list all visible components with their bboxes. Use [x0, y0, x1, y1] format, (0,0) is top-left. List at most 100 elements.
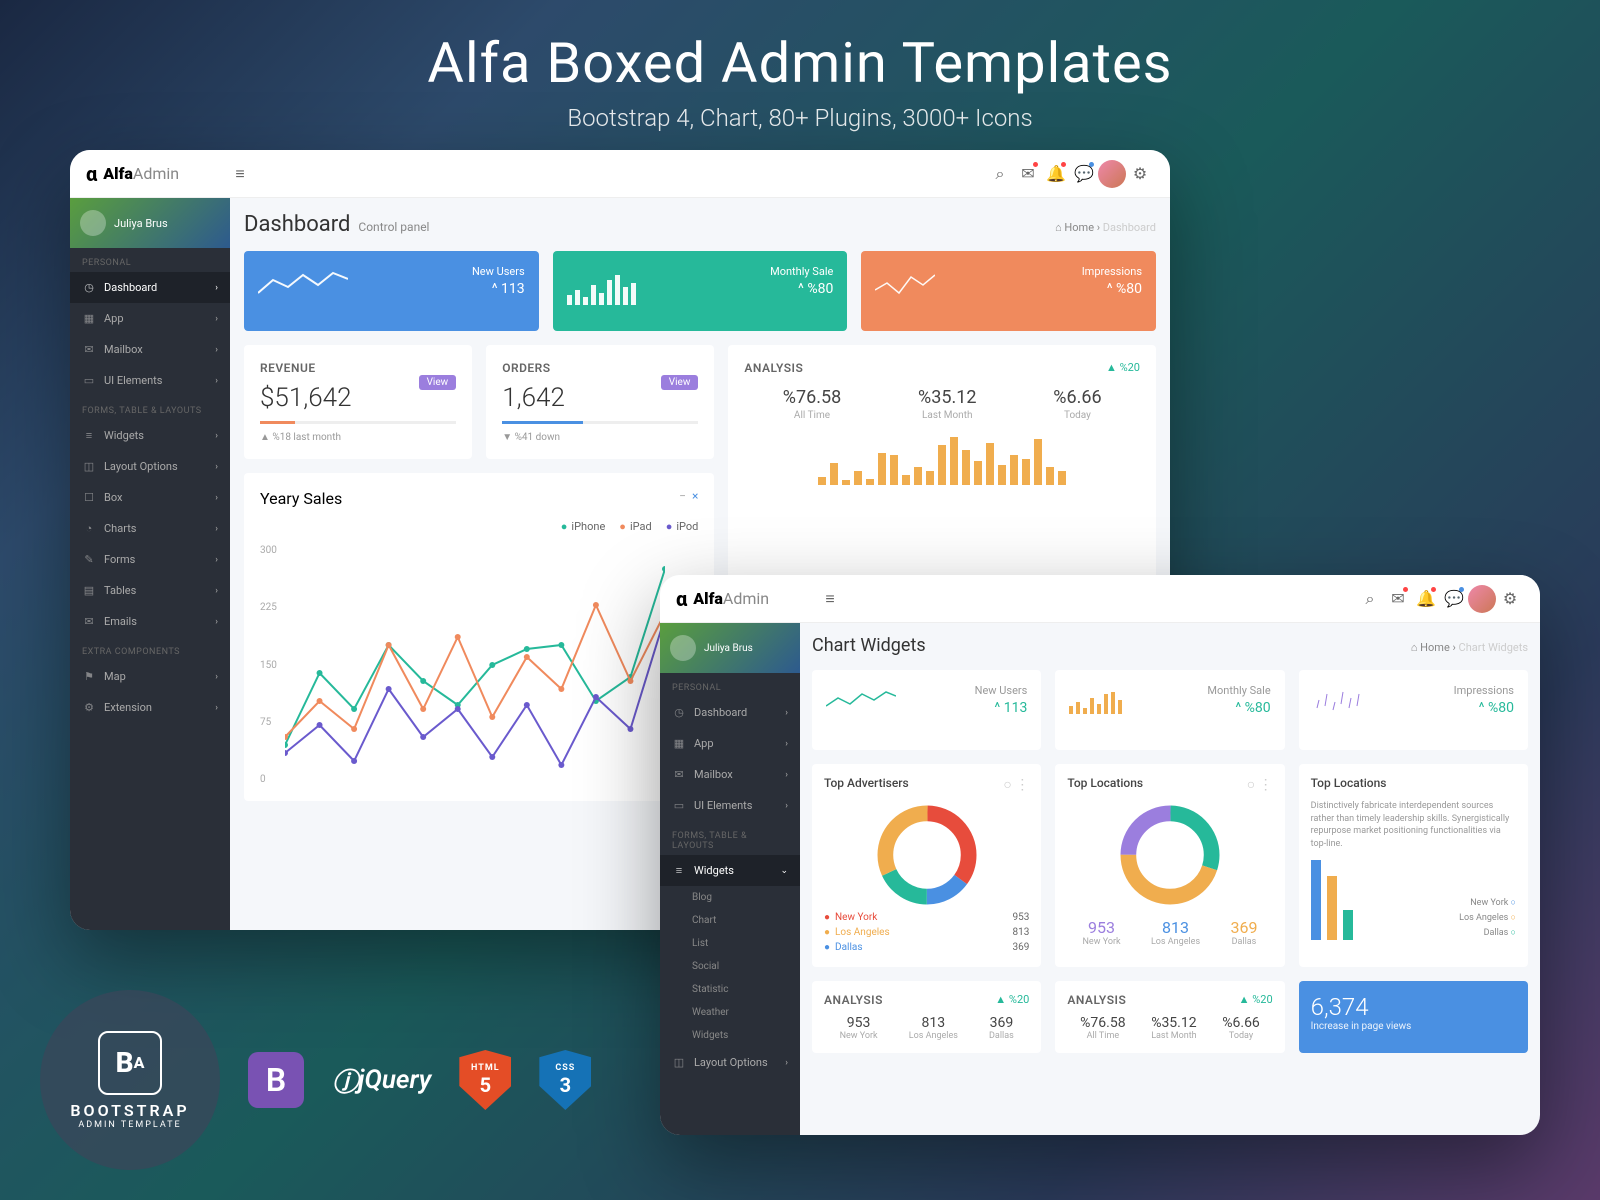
view-button[interactable]: View — [661, 375, 699, 390]
sidebar-item-ui-elements[interactable]: ▭UI Elements› — [70, 365, 230, 396]
page-title: Dashboard — [244, 212, 350, 237]
bell-icon[interactable]: 🔔 — [1042, 160, 1070, 188]
sidebar-section-personal: PERSONAL — [70, 248, 230, 272]
sidebar-item-widgets[interactable]: ≡Widgets⌄ — [660, 855, 800, 886]
sidebar-item-widgets[interactable]: ≡Widgets› — [70, 420, 230, 451]
sidebar-sub-widgets[interactable]: Widgets — [660, 1024, 800, 1047]
options-icon[interactable]: ○ — [1247, 777, 1255, 793]
chat-icon[interactable]: 💬 — [1070, 160, 1098, 188]
html5-logo: HTML5 — [459, 1050, 511, 1110]
tile-monthly-sale[interactable]: Monthly Sale^ %80 — [553, 251, 848, 331]
sparkline-icon — [1313, 684, 1373, 714]
user-avatar-icon — [670, 635, 696, 661]
gear-icon[interactable]: ⚙ — [1126, 160, 1154, 188]
sidebar-item-emails[interactable]: ✉Emails› — [70, 606, 230, 637]
footer-logos: BA BOOTSTRAP ADMIN TEMPLATE B ⓙ jQuery H… — [40, 990, 591, 1170]
bootstrap-logo: B — [248, 1052, 304, 1108]
tile-impressions[interactable]: Impressions^ %80 — [1299, 670, 1528, 750]
breadcrumb: ⌂ Home › Chart Widgets — [1411, 641, 1528, 654]
sparkline-icon — [258, 265, 348, 305]
sidebar: Juliya Brus PERSONAL ◷Dashboard› ▦App› ✉… — [70, 198, 230, 930]
page-subtitle: Control panel — [358, 220, 429, 234]
location-bar-chart — [1311, 860, 1353, 940]
sidebar-item-dashboard[interactable]: ◷Dashboard› — [70, 272, 230, 303]
jquery-logo: ⓙ jQuery — [332, 1048, 431, 1112]
sidebar-item-box[interactable]: ☐Box› — [70, 482, 230, 513]
search-icon[interactable]: ⌕ — [1356, 585, 1384, 613]
sidebar-user[interactable]: Juliya Brus — [660, 623, 800, 673]
minimize-icon[interactable]: − — [679, 489, 686, 503]
sidebar-section-extra: EXTRA COMPONENTS — [70, 637, 230, 661]
sidebar-item-ui-elements[interactable]: ▭UI Elements› — [660, 790, 800, 821]
tile-impressions[interactable]: Impressions^ %80 — [861, 251, 1156, 331]
logo-mark: α — [86, 162, 97, 186]
more-icon[interactable]: ⋮ — [1015, 777, 1029, 793]
sidebar-sub-list[interactable]: List — [660, 932, 800, 955]
donut-chart — [857, 800, 997, 910]
close-icon[interactable]: × — [692, 489, 698, 503]
tile-new-users[interactable]: New Users^ 113 — [244, 251, 539, 331]
sidebar-sub-weather[interactable]: Weather — [660, 1001, 800, 1024]
options-icon[interactable]: ○ — [1003, 777, 1011, 793]
sidebar-item-app[interactable]: ▦App› — [70, 303, 230, 334]
gear-icon[interactable]: ⚙ — [1496, 585, 1524, 613]
sidebar-user[interactable]: Juliya Brus — [70, 198, 230, 248]
sidebar-item-dashboard[interactable]: ◷Dashboard› — [660, 697, 800, 728]
home-icon: ⌂ — [1055, 221, 1062, 234]
bell-icon[interactable]: 🔔 — [1412, 585, 1440, 613]
sidebar-sub-blog[interactable]: Blog — [660, 886, 800, 909]
sidebar-item-mailbox[interactable]: ✉Mailbox› — [70, 334, 230, 365]
page-header: Dashboard Control panel ⌂ Home › Dashboa… — [244, 212, 1156, 237]
sidebar-item-mailbox[interactable]: ✉Mailbox› — [660, 759, 800, 790]
sidebar-sub-statistic[interactable]: Statistic — [660, 978, 800, 1001]
card-top-advertisers: ○ ⋮ Top Advertisers New York953 Los Ange… — [812, 764, 1041, 967]
hero-title: Alfa Boxed Admin Templates — [0, 30, 1600, 96]
search-icon[interactable]: ⌕ — [986, 160, 1014, 188]
mail-icon[interactable]: ✉ — [1014, 160, 1042, 188]
menu-toggle-icon[interactable]: ≡ — [816, 585, 844, 613]
sidebar-item-forms[interactable]: ✎Forms› — [70, 544, 230, 575]
sidebar-item-map[interactable]: ⚑Map› — [70, 661, 230, 692]
sidebar-sub-social[interactable]: Social — [660, 955, 800, 978]
sidebar-section-forms: FORMS, TABLE & LAYOUTS — [70, 396, 230, 420]
page-title: Chart Widgets — [812, 635, 926, 656]
tile-monthly-sale[interactable]: Monthly Sale^ %80 — [1055, 670, 1284, 750]
home-icon: ⌂ — [1411, 641, 1418, 654]
logo[interactable]: α AlfaAdmin — [676, 587, 816, 611]
sidebar-item-layout-options[interactable]: ◫Layout Options› — [660, 1047, 800, 1078]
content: Chart Widgets ⌂ Home › Chart Widgets New… — [800, 623, 1540, 1135]
sparkbar-icon — [567, 265, 667, 305]
css3-logo: CSS3 — [539, 1050, 591, 1110]
sparkline-icon — [875, 265, 935, 305]
sidebar-item-layout-options[interactable]: ◫Layout Options› — [70, 451, 230, 482]
sparkbar-icon — [1069, 684, 1149, 714]
view-button[interactable]: View — [419, 375, 457, 390]
window-chart-widgets: α AlfaAdmin ≡ ⌕ ✉ 🔔 💬 ⚙ Juliya Brus PERS… — [660, 575, 1540, 1135]
avatar[interactable] — [1098, 160, 1126, 188]
sparkline-icon — [826, 684, 896, 714]
dashboard-icon: ◷ — [82, 281, 96, 294]
banner-page-views: 6,374 Increase in page views — [1299, 981, 1528, 1053]
card-analysis-cities: ▲ %20 ANALYSIS 953New York 813Los Angele… — [812, 981, 1041, 1053]
more-icon[interactable]: ⋮ — [1259, 777, 1273, 793]
card-top-locations: ○ ⋮ Top Locations 953New York 813Los Ang… — [1055, 764, 1284, 967]
yearly-sales-chart — [285, 545, 665, 785]
breadcrumb: ⌂ Home › Dashboard — [1055, 221, 1156, 234]
card-orders: ORDERS View 1,642 ▼ %41 down — [486, 345, 714, 459]
avatar[interactable] — [1468, 585, 1496, 613]
tile-new-users[interactable]: New Users^ 113 — [812, 670, 1041, 750]
sidebar-item-app[interactable]: ▦App› — [660, 728, 800, 759]
card-revenue: REVENUE View $51,642 ▲ %18 last month — [244, 345, 472, 459]
card-top-locations-2: Top Locations Distinctively fabricate in… — [1299, 764, 1528, 967]
sidebar-sub-chart[interactable]: Chart — [660, 909, 800, 932]
user-avatar-icon — [80, 210, 106, 236]
page-header: Chart Widgets ⌂ Home › Chart Widgets — [812, 635, 1528, 656]
sidebar-item-charts[interactable]: ◔Charts› — [70, 513, 230, 544]
sidebar-item-extension[interactable]: ⚙Extension› — [70, 692, 230, 723]
menu-toggle-icon[interactable]: ≡ — [226, 160, 254, 188]
mail-icon[interactable]: ✉ — [1384, 585, 1412, 613]
chat-icon[interactable]: 💬 — [1440, 585, 1468, 613]
logo[interactable]: α AlfaAdmin — [86, 162, 226, 186]
hero-subtitle: Bootstrap 4, Chart, 80+ Plugins, 3000+ I… — [0, 104, 1600, 132]
sidebar-item-tables[interactable]: ▤Tables› — [70, 575, 230, 606]
